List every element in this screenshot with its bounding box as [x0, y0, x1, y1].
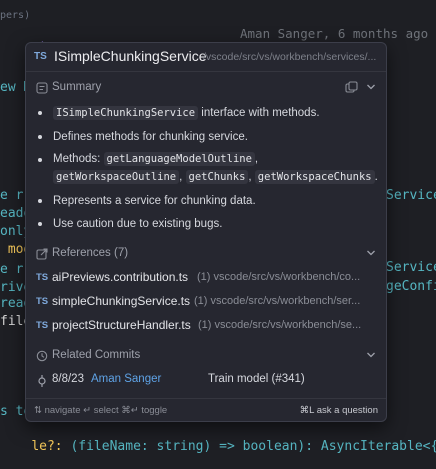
chevron-down-icon[interactable]	[366, 82, 376, 92]
summary-text: Use caution due to existing bugs.	[53, 218, 223, 230]
inline-code: getWorkspaceChunks	[254, 170, 375, 184]
code-fragment: le?:	[31, 439, 63, 454]
git-commit-icon	[38, 375, 46, 387]
inline-code: getChunks	[185, 170, 249, 184]
chevron-down-icon[interactable]	[366, 350, 376, 360]
summary-section-header[interactable]: Summary	[26, 79, 386, 97]
code-fragment: Service	[386, 188, 436, 203]
references-section-header[interactable]: References (7)	[26, 245, 386, 263]
reference-meta: (1) vscode/src/vs/workbench/ser...	[194, 295, 361, 307]
commits-title: Related Commits	[52, 349, 141, 361]
commits-section-header[interactable]: Related Commits	[26, 347, 386, 365]
bullet	[38, 158, 42, 162]
commit-author-link[interactable]: Aman Sanger	[91, 373, 161, 385]
history-icon	[36, 350, 48, 362]
chevron-down-icon[interactable]	[366, 248, 376, 258]
popup-header: TS ISimpleChunkingService /vscode/src/vs…	[26, 43, 386, 72]
commit-item[interactable]: 8/8/23 Aman Sanger Train model (#341)	[26, 371, 386, 391]
toggle-hint: ⌘↵ toggle	[121, 405, 168, 416]
reference-file-name: projectStructureHandler.ts	[52, 318, 191, 332]
code-line-signature: le?: (fileName: string) => boolean): Asy…	[0, 424, 436, 469]
summary-methods-text: Methods: getLanguageModelOutline, getWor…	[53, 152, 378, 184]
typescript-icon: TS	[36, 296, 49, 307]
summary-text: Represents a service for chunking data.	[53, 195, 256, 207]
breadcrumb-fragment: pers)	[0, 10, 31, 21]
references-title: References (7)	[52, 247, 129, 259]
code-fragment: Service	[386, 260, 436, 275]
summary-methods-prefix: Methods:	[53, 153, 101, 165]
keyboard-hints: ⇅ navigate ↵ select ⌘↵ toggle	[34, 405, 167, 416]
reference-item[interactable]: TS aiPreviews.contribution.ts (1) vscode…	[26, 268, 386, 288]
bullet	[38, 199, 42, 203]
summary-text: interface with methods.	[198, 107, 320, 119]
git-blame-annotation: Aman Sanger, 6 months ago •	[240, 26, 436, 41]
summary-title: Summary	[52, 81, 102, 93]
symbol-path[interactable]: /vscode/src/vs/workbench/services/...	[203, 51, 383, 63]
code-fragment: (fileName: string) => boolean): AsyncIte…	[62, 439, 436, 454]
ask-question-button[interactable]: ⌘L ask a question	[300, 405, 378, 416]
typescript-icon: TS	[36, 320, 49, 331]
copy-icon[interactable]	[345, 81, 358, 94]
symbol-title[interactable]: ISimpleChunkingService	[54, 48, 207, 64]
reference-file-name: aiPreviews.contribution.ts	[52, 270, 189, 284]
reference-meta: (1) vscode/src/vs/workbench/se...	[198, 319, 362, 331]
commit-message: Train model (#341)	[208, 373, 305, 385]
bullet	[38, 111, 42, 115]
summary-icon	[36, 82, 48, 94]
external-link-icon	[36, 248, 48, 260]
reference-item[interactable]: TS projectStructureHandler.ts (1) vscode…	[26, 316, 386, 336]
inline-code: getWorkspaceOutline	[53, 170, 180, 184]
select-hint: ↵ select	[83, 405, 119, 416]
inline-code: ISimpleChunkingService	[53, 106, 199, 120]
popup-footer: ⇅ navigate ↵ select ⌘↵ toggle ⌘L ask a q…	[26, 398, 386, 421]
bullet	[38, 135, 42, 139]
reference-meta: (1) vscode/src/vs/workbench/co...	[197, 271, 361, 283]
reference-file-name: simpleChunkingService.ts	[52, 294, 191, 308]
typescript-icon: TS	[36, 272, 49, 283]
reference-item[interactable]: TS simpleChunkingService.ts (1) vscode/s…	[26, 292, 386, 312]
typescript-icon: TS	[34, 51, 47, 62]
code-fragment: e r	[0, 262, 24, 277]
symbol-hover-popup: TS ISimpleChunkingService /vscode/src/vs…	[25, 42, 387, 422]
navigate-hint: ⇅ navigate	[34, 405, 81, 416]
summary-text: Defines methods for chunking service.	[53, 131, 248, 143]
commit-date: 8/8/23	[52, 373, 84, 385]
code-fragment: e r	[0, 188, 24, 203]
bullet	[38, 222, 42, 226]
inline-code: getLanguageModelOutline	[103, 152, 255, 166]
code-fragment: geConfi	[386, 279, 436, 294]
